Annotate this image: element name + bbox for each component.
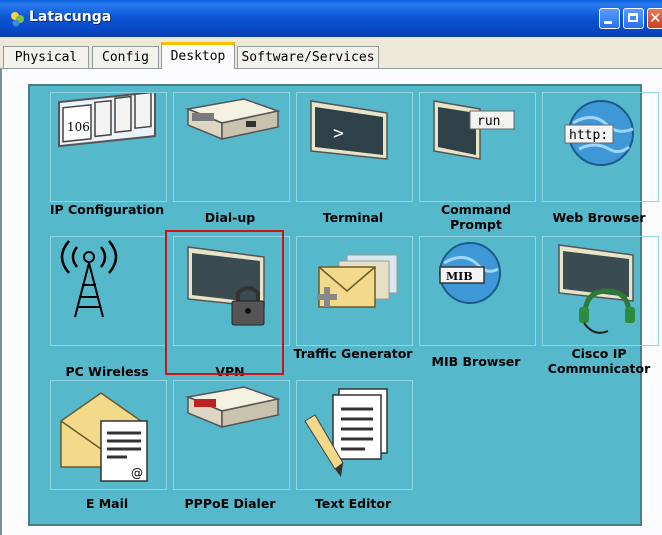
- app-label-dial-up: Dial-up: [204, 210, 256, 225]
- app-ip-configuration[interactable]: 106 IP Configuration: [47, 92, 167, 230]
- command-prompt-icon: run: [433, 100, 515, 160]
- text-editor-tile[interactable]: [296, 380, 413, 490]
- ip-configuration-tile[interactable]: 106: [50, 92, 167, 202]
- minimize-icon: [604, 21, 612, 24]
- pppoe-dialer-icon: [185, 386, 281, 429]
- desktop-area: 106 IP Configuration Dial-up > Terminal: [28, 84, 659, 526]
- app-cisco-ip-communicator[interactable]: Cisco IP Communicator: [539, 236, 659, 376]
- app-label-web-browser: Web Browser: [552, 210, 646, 225]
- mib-browser-value: MIB: [446, 270, 473, 283]
- tab-desktop[interactable]: Desktop: [161, 42, 235, 69]
- app-label-terminal: Terminal: [322, 210, 384, 225]
- terminal-prompt-glyph: >: [333, 123, 344, 144]
- tab-config[interactable]: Config: [92, 46, 159, 68]
- tab-software-services[interactable]: Software/Services: [237, 46, 379, 68]
- web-browser-value: http:: [569, 128, 608, 143]
- app-command-prompt[interactable]: run Command Prompt: [416, 92, 536, 232]
- ip-configuration-icon: 106: [58, 93, 156, 148]
- ip-config-value: 106: [67, 120, 90, 134]
- app-label-pppoe-dialer: PPPoE Dialer: [184, 496, 276, 511]
- modem-icon: [185, 98, 281, 141]
- maximize-icon: [628, 13, 638, 22]
- vpn-lock-monitor-icon: [187, 246, 265, 326]
- email-value: @: [131, 466, 143, 480]
- title-bar: Latacunga ✕: [0, 0, 662, 37]
- app-web-browser[interactable]: http: Web Browser: [539, 92, 659, 230]
- minimize-button[interactable]: [599, 8, 620, 29]
- email-icon: @: [60, 392, 148, 482]
- traffic-generator-icon: [317, 254, 398, 308]
- app-label-vpn: VPN: [215, 364, 245, 379]
- app-icon: [11, 12, 24, 27]
- app-dial-up[interactable]: Dial-up: [170, 92, 290, 230]
- pc-wireless-tile[interactable]: [50, 236, 167, 346]
- maximize-button[interactable]: [623, 8, 644, 29]
- app-label-email: E Mail: [85, 496, 129, 511]
- app-label-mib-browser: MIB Browser: [431, 354, 521, 369]
- app-pppoe-dialer[interactable]: PPPoE Dialer: [170, 380, 290, 518]
- app-label-command-prompt: Command Prompt: [440, 202, 512, 232]
- window-title: Latacunga: [29, 9, 112, 25]
- app-label-text-editor: Text Editor: [314, 496, 392, 511]
- traffic-generator-tile[interactable]: [296, 236, 413, 346]
- command-prompt-tile[interactable]: run: [419, 92, 536, 202]
- app-mib-browser[interactable]: MIB MIB Browser: [416, 236, 536, 374]
- pppoe-dialer-tile[interactable]: [173, 380, 290, 490]
- terminal-tile[interactable]: >: [296, 92, 413, 202]
- web-browser-icon: http:: [564, 100, 634, 166]
- app-label-pc-wireless: PC Wireless: [65, 364, 149, 379]
- app-label-traffic-generator: Traffic Generator: [293, 346, 413, 361]
- vpn-tile[interactable]: [173, 236, 290, 346]
- app-vpn[interactable]: VPN: [170, 236, 290, 379]
- cisco-ip-communicator-tile[interactable]: [542, 236, 659, 346]
- app-label-cisco-ip-communicator: Cisco IP Communicator: [547, 346, 651, 376]
- terminal-icon: >: [310, 100, 388, 160]
- close-icon: ✕: [649, 9, 662, 27]
- mib-browser-tile[interactable]: MIB: [419, 236, 536, 346]
- window-left-border: [0, 69, 2, 535]
- tab-physical[interactable]: Physical: [3, 46, 89, 68]
- app-label-ip-configuration: IP Configuration: [49, 202, 165, 217]
- web-browser-tile[interactable]: http:: [542, 92, 659, 202]
- wireless-antenna-icon: [60, 240, 118, 318]
- app-traffic-generator[interactable]: Traffic Generator: [293, 236, 413, 374]
- email-tile[interactable]: @: [50, 380, 167, 490]
- command-prompt-value: run: [477, 114, 500, 129]
- dial-up-tile[interactable]: [173, 92, 290, 202]
- app-text-editor[interactable]: Text Editor: [293, 380, 413, 518]
- ip-communicator-icon: [558, 244, 635, 334]
- app-email[interactable]: @ E Mail: [47, 380, 167, 518]
- tab-bar: Physical Config Desktop Software/Service…: [0, 37, 662, 69]
- text-editor-icon: [304, 388, 388, 477]
- mib-browser-icon: MIB: [439, 242, 501, 304]
- close-button[interactable]: ✕: [647, 8, 662, 29]
- app-terminal[interactable]: > Terminal: [293, 92, 413, 230]
- app-pc-wireless[interactable]: PC Wireless: [47, 236, 167, 379]
